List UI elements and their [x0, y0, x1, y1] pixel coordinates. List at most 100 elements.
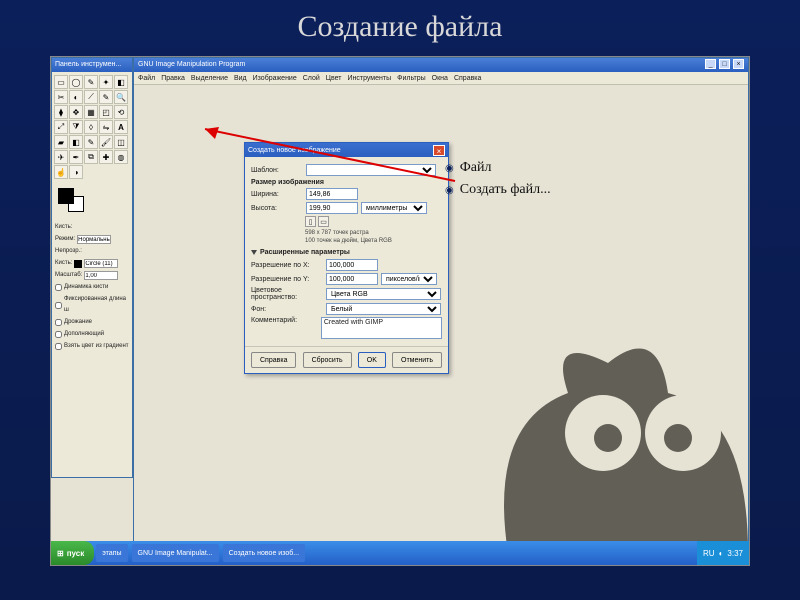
height-label: Высота:	[251, 205, 303, 212]
tool-ink[interactable]: ✒	[69, 150, 83, 164]
fill-select[interactable]: Белый	[326, 303, 441, 315]
maximize-button[interactable]: □	[719, 59, 730, 69]
tool-blur[interactable]: ◍	[114, 150, 128, 164]
height-input[interactable]	[306, 202, 358, 214]
task-item-1[interactable]: этапы	[96, 544, 127, 562]
tool-fuzzy-select[interactable]: ✦	[99, 75, 113, 89]
tool-align[interactable]: ▦	[84, 105, 98, 119]
tool-crop[interactable]: ◰	[99, 105, 113, 119]
cb-fade-label: Фиксированная длина ш	[64, 294, 129, 316]
tool-foreground[interactable]: ◐	[69, 90, 83, 104]
scale-label: Масштаб:	[55, 270, 82, 281]
template-select[interactable]	[306, 164, 436, 176]
dialog-title-text: Создать новое изображение	[248, 147, 341, 154]
reset-button[interactable]: Сбросить	[303, 352, 352, 368]
tool-zoom[interactable]: 🔍	[114, 90, 128, 104]
size-group-label: Размер изображения	[251, 179, 442, 186]
colorspace-select[interactable]: Цвета RGB	[326, 288, 441, 300]
cancel-button[interactable]: Отменить	[392, 352, 442, 368]
main-titlebar[interactable]: GNU Image Manipulation Program _ □ ×	[134, 58, 748, 72]
comment-label: Комментарий:	[251, 317, 318, 324]
ok-button[interactable]: OK	[358, 352, 386, 368]
tool-bucket[interactable]: ▰	[54, 135, 68, 149]
bullet-1: Файл	[460, 160, 492, 178]
tool-measure[interactable]: ⧫	[54, 105, 68, 119]
tool-dodge[interactable]: ◑	[69, 165, 83, 179]
clock[interactable]: 3:37	[727, 549, 743, 558]
tool-paintbrush[interactable]: 🖌	[99, 135, 113, 149]
expand-triangle-icon	[251, 250, 257, 255]
portrait-icon[interactable]: ▯	[305, 216, 316, 227]
tool-eraser[interactable]: ◫	[114, 135, 128, 149]
tool-pencil[interactable]: ✎	[84, 135, 98, 149]
mode-select[interactable]	[77, 235, 111, 244]
tool-rect-select[interactable]: ▭	[54, 75, 68, 89]
res-units-select[interactable]: пикселов/in	[381, 273, 437, 285]
tray-icon[interactable]: ◐	[719, 549, 724, 558]
cb-incremental[interactable]	[55, 331, 62, 338]
width-input[interactable]	[306, 188, 358, 200]
comment-textarea[interactable]: Created with GIMP	[321, 317, 442, 339]
units-select[interactable]: миллиметры	[361, 202, 427, 214]
help-button[interactable]: Справка	[251, 352, 296, 368]
menu-select[interactable]: Выделение	[191, 75, 228, 82]
toolbox-titlebar[interactable]: Панель инструмен...	[52, 58, 132, 72]
start-button[interactable]: ⊞ пуск	[51, 541, 94, 565]
cb-dynamics[interactable]	[55, 284, 62, 291]
menu-filters[interactable]: Фильтры	[397, 75, 426, 82]
fg-bg-colors[interactable]	[56, 186, 128, 216]
tool-perspective[interactable]: ◊	[84, 120, 98, 134]
foreground-color[interactable]	[58, 188, 74, 204]
new-image-dialog: Создать новое изображение × Шаблон: Разм…	[244, 142, 449, 374]
cb-gradient[interactable]	[55, 343, 62, 350]
brush-swatch[interactable]	[74, 260, 82, 268]
minimize-button[interactable]: _	[705, 59, 716, 69]
brush-label: Кисть:	[55, 258, 72, 269]
tool-smudge[interactable]: ☝	[54, 165, 68, 179]
cb-jitter[interactable]	[55, 319, 62, 326]
tool-by-color[interactable]: ◧	[114, 75, 128, 89]
yres-input[interactable]	[326, 273, 378, 285]
menu-colors[interactable]: Цвет	[326, 75, 342, 82]
tool-clone[interactable]: ⧉	[84, 150, 98, 164]
task-item-2[interactable]: GNU Image Manipulat...	[132, 544, 219, 562]
tool-move[interactable]: ✥	[69, 105, 83, 119]
system-tray[interactable]: RU ◐ 3:37	[697, 541, 749, 565]
lang-indicator[interactable]: RU	[703, 549, 715, 558]
tool-shear[interactable]: ⧩	[69, 120, 83, 134]
tool-paths[interactable]: ⟋	[84, 90, 98, 104]
menu-tools[interactable]: Инструменты	[347, 75, 391, 82]
menu-windows[interactable]: Окна	[432, 75, 448, 82]
tool-flip[interactable]: ⇋	[99, 120, 113, 134]
menu-image[interactable]: Изображение	[253, 75, 297, 82]
wilber-logo	[448, 303, 748, 553]
template-label: Шаблон:	[251, 167, 303, 174]
dialog-titlebar[interactable]: Создать новое изображение ×	[245, 143, 448, 157]
tool-rotate[interactable]: ⟲	[114, 105, 128, 119]
menu-file[interactable]: Файл	[138, 75, 155, 82]
brush-name-field[interactable]	[84, 259, 118, 268]
menu-edit[interactable]: Правка	[161, 75, 185, 82]
task-item-3[interactable]: Создать новое изоб...	[223, 544, 305, 562]
menu-layer[interactable]: Слой	[303, 75, 320, 82]
menu-help[interactable]: Справка	[454, 75, 481, 82]
close-button[interactable]: ×	[733, 59, 744, 69]
menu-view[interactable]: Вид	[234, 75, 247, 82]
landscape-icon[interactable]: ▭	[318, 216, 329, 227]
tool-color-picker[interactable]: ✎	[99, 90, 113, 104]
advanced-expander[interactable]: Расширенные параметры	[251, 249, 442, 256]
yres-label: Разрешение по Y:	[251, 276, 323, 283]
dialog-close-button[interactable]: ×	[433, 145, 445, 156]
scale-field[interactable]	[84, 271, 118, 280]
tool-free-select[interactable]: ✎	[84, 75, 98, 89]
tool-heal[interactable]: ✚	[99, 150, 113, 164]
tool-ellipse-select[interactable]: ◯	[69, 75, 83, 89]
tool-blend[interactable]: ◧	[69, 135, 83, 149]
tool-text[interactable]: A	[114, 120, 128, 134]
tool-scissors[interactable]: ✂	[54, 90, 68, 104]
cb-fade[interactable]	[55, 302, 62, 309]
tool-scale[interactable]: ⤢	[54, 120, 68, 134]
tool-airbrush[interactable]: ✈	[54, 150, 68, 164]
xres-label: Разрешение по X:	[251, 262, 323, 269]
xres-input[interactable]	[326, 259, 378, 271]
